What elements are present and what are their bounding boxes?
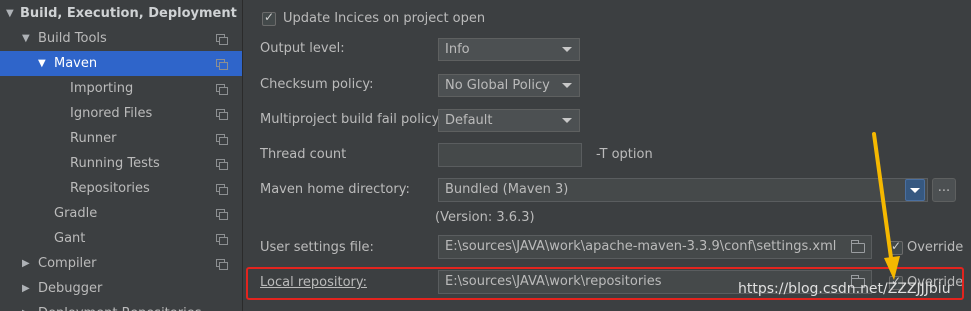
tree-item-label: Build, Execution, Deployment <box>20 6 237 21</box>
project-scope-icon <box>216 34 228 45</box>
chevron-down-icon <box>562 118 572 123</box>
watermark-text: https://blog.csdn.net/ZZZJJJbiu <box>738 281 951 297</box>
maven-home-label: Maven home directory: <box>260 182 410 197</box>
tree-item-importing[interactable]: Importing <box>0 76 242 101</box>
checksum-policy-label: Checksum policy: <box>260 77 374 92</box>
tree-item-compiler[interactable]: ▶ Compiler <box>0 251 242 276</box>
expand-arrow-icon[interactable]: ▶ <box>22 301 30 311</box>
multiproject-policy-label: Multiproject build fail policy: <box>260 112 443 127</box>
tree-item-running-tests[interactable]: Running Tests <box>0 151 242 176</box>
settings-tree: ▼ Build, Execution, Deployment ▼ Build T… <box>0 0 243 311</box>
tree-item-label: Repositories <box>70 181 150 196</box>
expand-arrow-icon[interactable]: ▼ <box>38 51 46 76</box>
project-scope-icon <box>216 259 228 270</box>
tree-item-label: Build Tools <box>38 31 107 46</box>
checksum-policy-value: No Global Policy <box>445 78 550 93</box>
expand-arrow-icon[interactable]: ▶ <box>22 276 30 301</box>
checksum-policy-select[interactable]: No Global Policy <box>438 74 580 97</box>
project-scope-icon <box>216 234 228 245</box>
project-scope-icon <box>216 59 228 70</box>
tree-item-label: Compiler <box>38 256 97 271</box>
expand-arrow-icon[interactable]: ▼ <box>22 26 30 51</box>
maven-version-label: (Version: 3.6.3) <box>435 210 535 225</box>
check-icon: ✓ <box>264 10 275 24</box>
annotation-arrow-icon <box>872 132 900 280</box>
multiproject-policy-value: Default <box>445 113 493 128</box>
user-settings-label: User settings file: <box>260 240 374 255</box>
tree-item-gant[interactable]: Gant <box>0 226 242 251</box>
chevron-down-icon <box>562 83 572 88</box>
chevron-down-icon <box>562 47 572 52</box>
tree-item-gradle[interactable]: Gradle <box>0 201 242 226</box>
output-level-label: Output level: <box>260 41 345 56</box>
tree-item-deployment-repositories[interactable]: ▶ Deployment Repositories <box>0 301 242 311</box>
tree-item-label: Running Tests <box>70 156 160 171</box>
maven-home-browse-button[interactable]: ... <box>932 178 956 202</box>
tree-item-build-tools[interactable]: ▼ Build Tools <box>0 26 242 51</box>
maven-home-combo[interactable]: Bundled (Maven 3) <box>438 178 928 202</box>
project-scope-icon <box>216 84 228 95</box>
update-indices-label: Update Incices on project open <box>283 11 486 26</box>
project-scope-icon <box>216 159 228 170</box>
multiproject-policy-select[interactable]: Default <box>438 109 580 132</box>
tree-item-debugger[interactable]: ▶ Debugger <box>0 276 242 301</box>
tree-item-label: Debugger <box>38 281 103 296</box>
tree-item-label: Maven <box>54 56 98 71</box>
tree-item-label: Gant <box>54 231 86 246</box>
update-indices-checkbox[interactable]: ✓ <box>262 10 276 26</box>
output-level-value: Info <box>445 42 470 57</box>
project-scope-icon <box>216 209 228 220</box>
expand-arrow-icon[interactable]: ▶ <box>22 251 30 276</box>
thread-count-input[interactable] <box>438 143 582 167</box>
project-scope-icon <box>216 134 228 145</box>
tree-item-label: Importing <box>70 81 134 96</box>
user-settings-override-label: Override <box>907 240 964 255</box>
output-level-select[interactable]: Info <box>438 38 580 61</box>
tree-item-label: Deployment Repositories <box>38 301 201 311</box>
project-scope-icon <box>216 109 228 120</box>
thread-count-label: Thread count <box>260 147 347 162</box>
tree-item-label: Ignored Files <box>70 106 153 121</box>
thread-count-hint: -T option <box>596 147 653 162</box>
tree-item-runner[interactable]: Runner <box>0 126 242 151</box>
tree-item-build-execution-deployment[interactable]: ▼ Build, Execution, Deployment <box>0 1 242 26</box>
expand-arrow-icon[interactable]: ▼ <box>6 1 14 26</box>
tree-item-maven[interactable]: ▼ Maven <box>0 51 242 76</box>
tree-item-repositories[interactable]: Repositories <box>0 176 242 201</box>
user-settings-input[interactable]: E:\sources\JAVA\work\apache-maven-3.3.9\… <box>438 235 872 259</box>
tree-item-ignored-files[interactable]: Ignored Files <box>0 101 242 126</box>
tree-item-label: Runner <box>70 131 117 146</box>
tree-item-label: Gradle <box>54 206 98 221</box>
project-scope-icon <box>216 184 228 195</box>
